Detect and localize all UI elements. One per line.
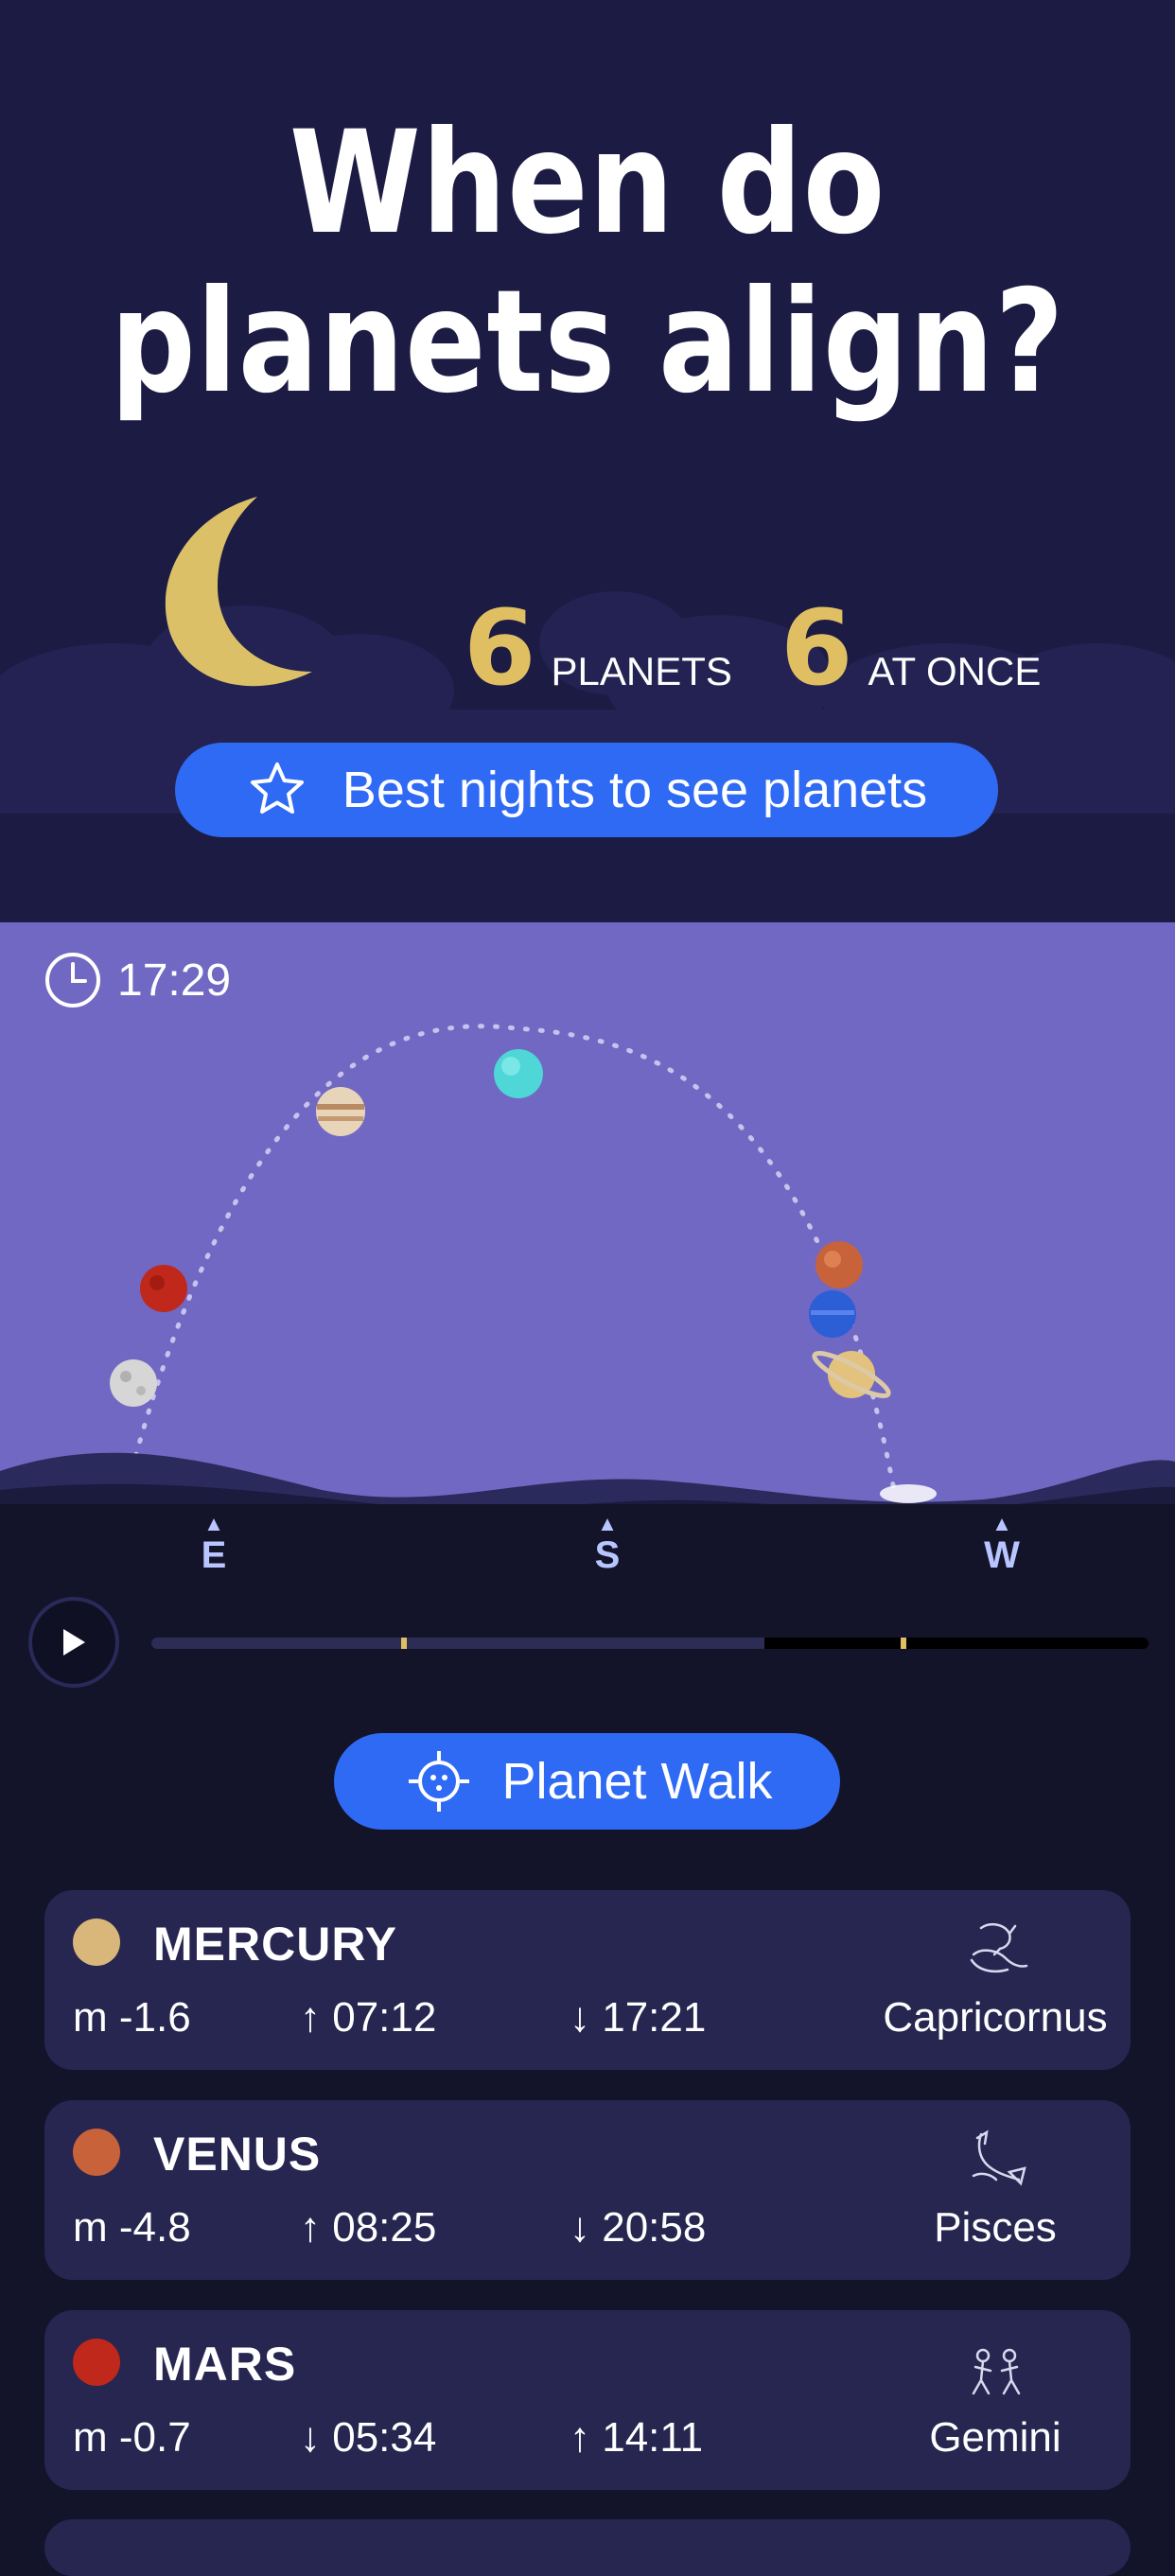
mercury-icon bbox=[73, 1919, 120, 1966]
caret-up-icon: ▲ bbox=[991, 1512, 1012, 1535]
best-nights-label: Best nights to see planets bbox=[342, 762, 928, 818]
gemini-constellation-icon bbox=[972, 2348, 1021, 2395]
planet-mars[interactable] bbox=[140, 1265, 187, 1312]
planet-venus[interactable] bbox=[815, 1241, 863, 1288]
planet-jupiter[interactable] bbox=[316, 1087, 365, 1136]
planet-magnitude: m -4.8 bbox=[73, 2204, 191, 2251]
compass-south: ▲ S bbox=[579, 1512, 636, 1577]
planet-saturn[interactable] bbox=[810, 1347, 892, 1403]
play-button[interactable] bbox=[28, 1597, 119, 1688]
planet-card-next[interactable] bbox=[44, 2519, 1131, 2576]
compass-east: ▲ E bbox=[185, 1512, 242, 1577]
hero-section: When do planets align? 6 PLANETS 6 AT ON… bbox=[0, 0, 1175, 922]
planet-rise-time: ↑ 07:12 bbox=[300, 1994, 437, 2041]
sky-time: 17:29 bbox=[44, 951, 231, 1009]
planet-set-time: ↓ 17:21 bbox=[570, 1994, 707, 2041]
compass-west: ▲ W bbox=[973, 1512, 1030, 1577]
moon-icon bbox=[165, 497, 312, 687]
planet-set-time: ↓ 20:58 bbox=[570, 2204, 707, 2251]
planet-rise-time: ↑ 08:25 bbox=[300, 2204, 437, 2251]
venus-icon bbox=[73, 2129, 120, 2176]
planet-walk-label: Planet Walk bbox=[501, 1753, 773, 1810]
planet-card-mercury[interactable]: MERCURY m -1.6 ↑ 07:12 ↓ 17:21 Capricorn… bbox=[44, 1890, 1131, 2070]
sky-chart bbox=[0, 1024, 1175, 1528]
play-icon bbox=[63, 1629, 85, 1656]
page-title: When do planets align? bbox=[110, 101, 1065, 425]
time-slider-progress bbox=[151, 1638, 765, 1649]
planet-name: VENUS bbox=[153, 2128, 322, 2181]
planet-walk-button[interactable]: Planet Walk bbox=[334, 1733, 840, 1830]
at-once-label: AT ONCE bbox=[868, 649, 1042, 693]
sky-view[interactable]: 17:29 bbox=[0, 922, 1175, 1528]
planet-card-venus[interactable]: VENUS m -4.8 ↑ 08:25 ↓ 20:58 Pisces bbox=[44, 2100, 1131, 2280]
planet-neptune[interactable] bbox=[809, 1290, 856, 1338]
time-slider-marker bbox=[401, 1638, 407, 1649]
crosshair-icon bbox=[409, 1751, 470, 1812]
sky-time-value: 17:29 bbox=[117, 955, 232, 1006]
planet-name: MERCURY bbox=[153, 1918, 397, 1971]
planet-magnitude: m -0.7 bbox=[73, 2414, 191, 2461]
planets-stat: 6 PLANETS bbox=[464, 587, 732, 700]
planet-constellation: Pisces bbox=[934, 2204, 1057, 2251]
mars-icon bbox=[73, 2339, 120, 2386]
planets-count: 6 bbox=[464, 587, 536, 709]
sun-glow bbox=[880, 1484, 937, 1503]
caret-up-icon: ▲ bbox=[597, 1512, 618, 1535]
planets-label: PLANETS bbox=[551, 649, 732, 693]
planet-moon[interactable] bbox=[110, 1359, 157, 1407]
at-once-count: 6 bbox=[780, 587, 853, 709]
planet-card-mars[interactable]: MARS m -0.7 ↓ 05:34 ↑ 14:11 Gemini bbox=[44, 2310, 1131, 2490]
clock-icon bbox=[45, 953, 100, 1008]
star-icon bbox=[250, 762, 304, 814]
capricornus-constellation-icon bbox=[970, 1922, 1028, 1973]
time-slider[interactable] bbox=[151, 1638, 1149, 1649]
planet-constellation: Capricornus bbox=[883, 1994, 1108, 2041]
pisces-constellation-icon bbox=[972, 2129, 1026, 2186]
planet-rise-time: ↑ 14:11 bbox=[570, 2414, 704, 2461]
planet-set-time: ↓ 05:34 bbox=[300, 2414, 437, 2461]
best-nights-button[interactable]: Best nights to see planets bbox=[175, 743, 998, 837]
time-slider-marker bbox=[901, 1638, 906, 1649]
planet-uranus[interactable] bbox=[494, 1049, 543, 1098]
caret-up-icon: ▲ bbox=[203, 1512, 224, 1535]
at-once-stat: 6 AT ONCE bbox=[780, 587, 1041, 700]
planet-magnitude: m -1.6 bbox=[73, 1994, 191, 2041]
planet-name: MARS bbox=[153, 2338, 297, 2391]
planet-constellation: Gemini bbox=[929, 2414, 1061, 2461]
